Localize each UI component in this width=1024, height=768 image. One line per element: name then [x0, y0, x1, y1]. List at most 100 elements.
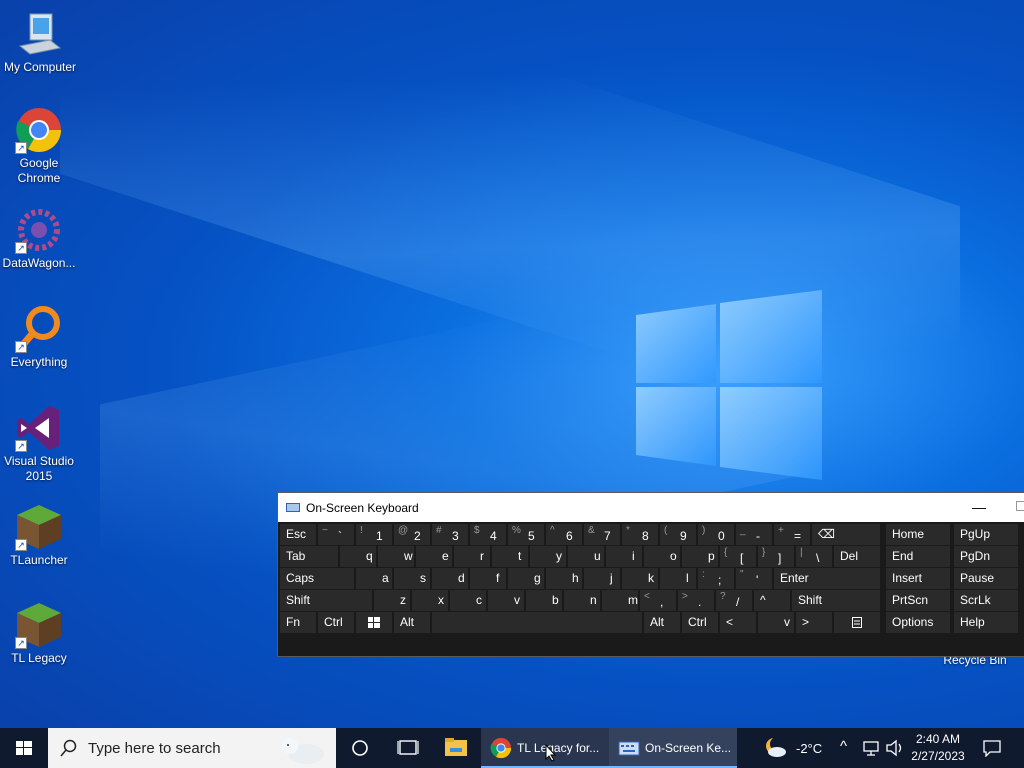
- key--[interactable]: | \: [796, 546, 832, 567]
- key--[interactable]: {[: [720, 546, 756, 567]
- key--[interactable]: ? /: [716, 590, 752, 611]
- key-ctrl[interactable]: Ctrl: [318, 612, 354, 633]
- key--[interactable]: + =: [774, 524, 810, 545]
- key-enter[interactable]: Enter: [774, 568, 880, 589]
- key--[interactable]: }]: [758, 546, 794, 567]
- key-ctrl[interactable]: Ctrl: [682, 612, 718, 633]
- maximize-button[interactable]: [1016, 501, 1024, 511]
- desktop-icon-my-computer[interactable]: My Computer: [0, 10, 80, 75]
- key-m[interactable]: m: [602, 590, 638, 611]
- desktop-icon-tl-legacy[interactable]: ↗ TL Legacy: [0, 601, 79, 666]
- network-icon[interactable]: [862, 740, 880, 756]
- show-hidden-icons-chevron-icon[interactable]: ^: [840, 738, 847, 755]
- key--[interactable]: ⌫: [812, 524, 880, 545]
- key-menu[interactable]: [834, 612, 880, 633]
- desktop-icon-everything[interactable]: ↗ Everything: [0, 305, 79, 370]
- key-pgdn[interactable]: PgDn: [954, 546, 1018, 567]
- key--1[interactable]: ! 1: [356, 524, 392, 545]
- key--[interactable]: <: [720, 612, 756, 633]
- task-view-button[interactable]: [384, 728, 432, 768]
- desktop-icon-visual-studio[interactable]: ↗ Visual Studio 2015: [0, 404, 79, 484]
- key-e[interactable]: e: [416, 546, 452, 567]
- taskbar-search-box[interactable]: Type here to search: [48, 728, 336, 768]
- key-q[interactable]: q: [340, 546, 376, 567]
- key-z[interactable]: z: [374, 590, 410, 611]
- key-j[interactable]: j: [584, 568, 620, 589]
- key-w[interactable]: w: [378, 546, 414, 567]
- key--5[interactable]: % 5: [508, 524, 544, 545]
- key-options[interactable]: Options: [886, 612, 950, 633]
- key-u[interactable]: u: [568, 546, 604, 567]
- key--0[interactable]: ) 0: [698, 524, 734, 545]
- notifications-icon[interactable]: [982, 739, 1002, 757]
- window-titlebar[interactable]: On-Screen Keyboard —: [278, 493, 1024, 522]
- minimize-button[interactable]: —: [972, 499, 986, 515]
- key-scrlk[interactable]: ScrLk: [954, 590, 1018, 611]
- key--6[interactable]: ^ 6: [546, 524, 582, 545]
- volume-icon[interactable]: [885, 739, 905, 757]
- key--[interactable]: ~ `: [318, 524, 354, 545]
- key-c[interactable]: c: [450, 590, 486, 611]
- key-l[interactable]: l: [660, 568, 696, 589]
- key-pgup[interactable]: PgUp: [954, 524, 1018, 545]
- key-alt[interactable]: Alt: [394, 612, 430, 633]
- key--8[interactable]: * 8: [622, 524, 658, 545]
- key-win[interactable]: [356, 612, 392, 633]
- key--[interactable]: _ -: [736, 524, 772, 545]
- key--7[interactable]: & 7: [584, 524, 620, 545]
- weather-temperature[interactable]: -2°C: [796, 741, 822, 756]
- key-x[interactable]: x: [412, 590, 448, 611]
- key--9[interactable]: (9: [660, 524, 696, 545]
- key-y[interactable]: y: [530, 546, 566, 567]
- key-n[interactable]: n: [564, 590, 600, 611]
- key-end[interactable]: End: [886, 546, 950, 567]
- key-tab[interactable]: Tab: [280, 546, 338, 567]
- key--[interactable]: >: [796, 612, 832, 633]
- key-home[interactable]: Home: [886, 524, 950, 545]
- key-esc[interactable]: Esc: [280, 524, 316, 545]
- key-s[interactable]: s: [394, 568, 430, 589]
- key-shift[interactable]: Shift: [792, 590, 880, 611]
- desktop-icon-google-chrome[interactable]: ↗ Google Chrome: [0, 106, 79, 186]
- key-v[interactable]: v: [488, 590, 524, 611]
- key--2[interactable]: @2: [394, 524, 430, 545]
- on-screen-keyboard-window[interactable]: On-Screen Keyboard — Esc ~ `! 1 @2 #3 $4% 5 ^ 6 & 7…: [277, 492, 1024, 657]
- key-fn[interactable]: Fn: [280, 612, 316, 633]
- key-r[interactable]: r: [454, 546, 490, 567]
- key-b[interactable]: b: [526, 590, 562, 611]
- desktop-icon-datawagon[interactable]: ↗ DataWagon...: [0, 206, 79, 271]
- key-a[interactable]: a: [356, 568, 392, 589]
- key--3[interactable]: #3: [432, 524, 468, 545]
- weather-moon-cloud-icon[interactable]: [762, 736, 788, 760]
- key-i[interactable]: i: [606, 546, 642, 567]
- start-button[interactable]: [0, 728, 48, 768]
- key--[interactable]: " ': [736, 568, 772, 589]
- key--[interactable]: >.: [678, 590, 714, 611]
- key-caps[interactable]: Caps: [280, 568, 354, 589]
- key-space[interactable]: [432, 612, 642, 633]
- key-shift[interactable]: Shift: [280, 590, 372, 611]
- key-k[interactable]: k: [622, 568, 658, 589]
- key-pause[interactable]: Pause: [954, 568, 1018, 589]
- key-insert[interactable]: Insert: [886, 568, 950, 589]
- key-h[interactable]: h: [546, 568, 582, 589]
- key-del[interactable]: Del: [834, 546, 880, 567]
- key-p[interactable]: p: [682, 546, 718, 567]
- key-o[interactable]: o: [644, 546, 680, 567]
- key-t[interactable]: t: [492, 546, 528, 567]
- key-v[interactable]: v: [758, 612, 794, 633]
- desktop-icon-tlauncher[interactable]: ↗ TLauncher: [0, 503, 79, 568]
- key-d[interactable]: d: [432, 568, 468, 589]
- file-explorer-button[interactable]: [432, 728, 480, 768]
- key--[interactable]: ^: [754, 590, 790, 611]
- key-help[interactable]: Help: [954, 612, 1018, 633]
- key-g[interactable]: g: [508, 568, 544, 589]
- key-f[interactable]: f: [470, 568, 506, 589]
- cortana-button[interactable]: [336, 728, 384, 768]
- taskbar-app-on-screen-keyboard[interactable]: On-Screen Ke...: [609, 728, 737, 768]
- key--4[interactable]: $4: [470, 524, 506, 545]
- key-alt[interactable]: Alt: [644, 612, 680, 633]
- key--[interactable]: :;: [698, 568, 734, 589]
- clock[interactable]: 2:40 AM 2/27/2023: [906, 731, 970, 765]
- key-prtscn[interactable]: PrtScn: [886, 590, 950, 611]
